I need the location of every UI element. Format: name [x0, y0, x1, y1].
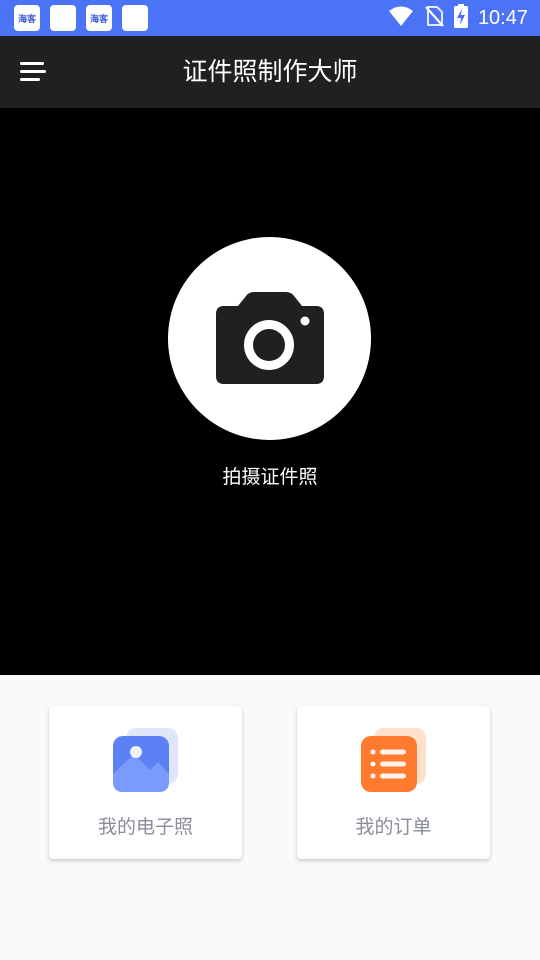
my-orders-card[interactable]: 我的订单 — [297, 706, 490, 859]
my-electronic-photos-label: 我的电子照 — [97, 816, 193, 838]
order-list-icon — [360, 728, 428, 796]
photo-icon — [112, 728, 180, 796]
my-orders-label: 我的订单 — [355, 816, 432, 838]
app-notification-icon: 海客 — [14, 5, 40, 31]
status-bar: 海客 海客 10:47 — [0, 0, 540, 36]
blank-notification-icon — [122, 5, 148, 31]
app-notification-icon: 海客 — [86, 5, 112, 31]
take-photo-label: 拍摄证件照 — [222, 466, 318, 488]
my-electronic-photos-card[interactable]: 我的电子照 — [49, 706, 242, 859]
notification-text: 海客 — [17, 15, 36, 25]
wifi-icon — [388, 5, 414, 31]
notification-text: 海客 — [89, 15, 108, 25]
page-title: 证件照制作大师 — [182, 58, 358, 86]
camera-area: 拍摄证件照 — [0, 108, 540, 675]
app-bar: 证件照制作大师 — [0, 36, 540, 108]
take-photo-button[interactable] — [168, 237, 371, 440]
camera-icon — [216, 292, 324, 384]
battery-charging-icon — [453, 4, 468, 32]
status-time: 10:47 — [477, 6, 528, 29]
blank-notification-icon — [50, 5, 76, 31]
no-sim-icon — [424, 5, 444, 31]
